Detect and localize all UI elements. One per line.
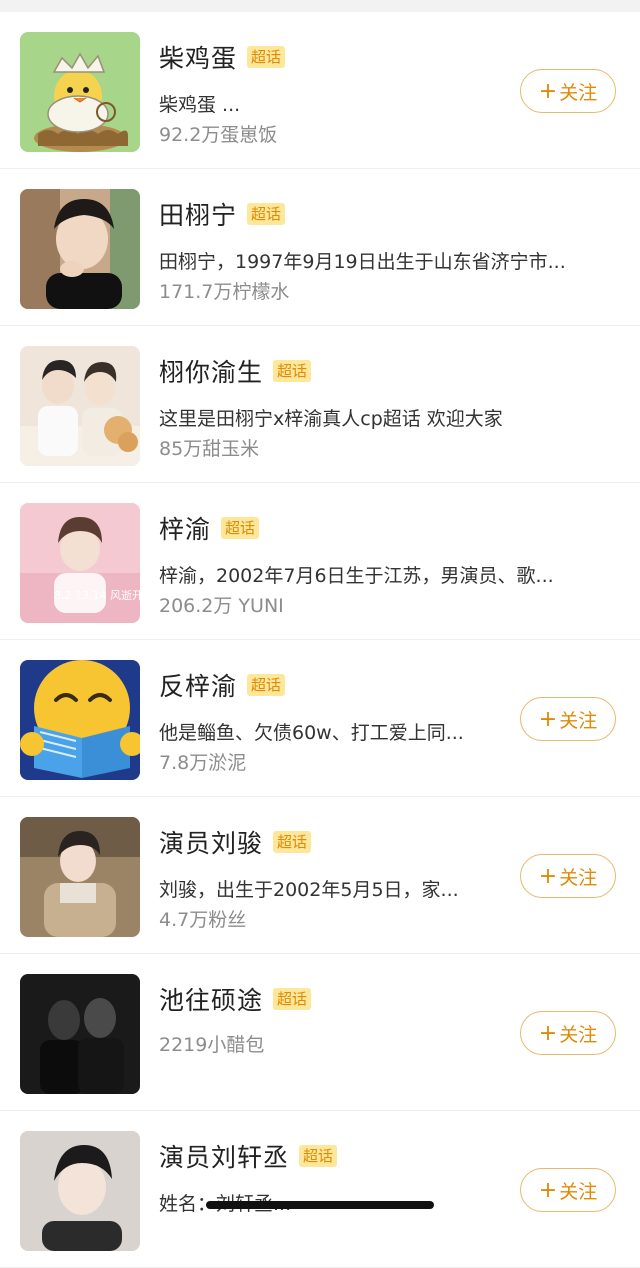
topic-title[interactable]: 柴鸡蛋 <box>159 39 237 75</box>
fan-count: 2219小醋包 <box>159 1034 265 1056</box>
follow-label: 关注 <box>559 709 598 732</box>
fan-count: 92.2万蛋崽饭 <box>159 124 278 146</box>
topic-title[interactable]: 演员刘骏 <box>159 824 263 860</box>
super-topic-badge: 超话 <box>273 360 312 382</box>
list-item[interactable]: 池往硕途 超话 2219小醋包 + 关注 <box>0 954 640 1111</box>
list-item[interactable]: 柴鸡蛋 超话 柴鸡蛋 ... 92.2万蛋崽饭 + 关注 <box>0 12 640 169</box>
chick-cartoon-avatar[interactable] <box>20 32 140 152</box>
topic-description: 这里是田栩宁x梓渝真人cp超话 欢迎大家 <box>159 408 503 430</box>
super-topic-badge: 超话 <box>273 831 312 853</box>
fan-count: 7.8万淤泥 <box>159 752 247 774</box>
follow-label: 关注 <box>559 866 598 889</box>
topic-title[interactable]: 反梓渝 <box>159 667 237 703</box>
topic-description: 田栩宁，1997年9月19日出生于山东省济宁市... <box>159 251 566 273</box>
super-topic-badge: 超话 <box>247 203 286 225</box>
follow-button[interactable]: + 关注 <box>520 854 616 898</box>
fan-count: 206.2万 YUNI <box>159 595 284 617</box>
topic-description: 刘骏，出生于2002年5月5日，家... <box>159 879 459 901</box>
topic-title[interactable]: 演员刘轩丞 <box>159 1138 289 1174</box>
dark-photo-avatar[interactable] <box>20 974 140 1094</box>
topic-title[interactable]: 栩你渝生 <box>159 353 263 389</box>
fan-count: 171.7万柠檬水 <box>159 281 290 303</box>
topic-description: 柴鸡蛋 ... <box>159 94 241 116</box>
portrait-photo-avatar[interactable] <box>20 817 140 937</box>
poster-caption: 8.2 13.14 风逝开售 <box>54 588 140 602</box>
super-topic-badge: 超话 <box>221 517 260 539</box>
super-topic-badge: 超话 <box>273 988 312 1010</box>
topic-title[interactable]: 池往硕途 <box>159 981 263 1017</box>
follow-label: 关注 <box>559 1023 598 1046</box>
super-topic-badge: 超话 <box>299 1145 338 1167</box>
list-item[interactable]: 反梓渝 超话 他是鲻鱼、欠债60w、打工爱上同... 7.8万淤泥 + 关注 <box>0 640 640 797</box>
topic-description: 他是鲻鱼、欠债60w、打工爱上同... <box>159 722 464 744</box>
list-item[interactable]: 演员刘骏 超话 刘骏，出生于2002年5月5日，家... 4.7万粉丝 + 关注 <box>0 797 640 954</box>
super-topic-badge: 超话 <box>247 674 286 696</box>
top-divider <box>0 0 640 12</box>
topic-title[interactable]: 梓渝 <box>159 510 211 546</box>
plus-icon: + <box>538 78 558 104</box>
follow-button[interactable]: + 关注 <box>520 69 616 113</box>
plus-icon: + <box>538 1020 558 1046</box>
plus-icon: + <box>538 706 558 732</box>
couple-photo-avatar[interactable] <box>20 346 140 466</box>
list-item[interactable]: 演员刘轩丞 超话 姓名：刘轩丞... +关注 <box>0 1111 640 1268</box>
follow-label: 关注 <box>559 81 598 104</box>
follow-button[interactable]: + 关注 <box>520 697 616 741</box>
emoji-reading-avatar[interactable] <box>20 660 140 780</box>
poster-photo-avatar[interactable]: 8.2 13.14 风逝开售 <box>20 503 140 623</box>
portrait-photo-avatar[interactable] <box>20 1131 140 1251</box>
portrait-photo-avatar[interactable] <box>20 189 140 309</box>
list-item[interactable]: 8.2 13.14 风逝开售 梓渝 超话 梓渝，2002年7月6日生于江苏，男演… <box>0 483 640 640</box>
follow-button[interactable]: + 关注 <box>520 1011 616 1055</box>
follow-button[interactable]: + 关注 <box>520 1168 616 1212</box>
home-indicator-bar <box>206 1201 434 1209</box>
super-topic-badge: 超话 <box>247 46 286 68</box>
list-item[interactable]: 田栩宁 超话 田栩宁，1997年9月19日出生于山东省济宁市... 171.7万… <box>0 169 640 326</box>
plus-icon: + <box>538 863 558 889</box>
follow-label: 关注 <box>559 1180 598 1203</box>
list-item[interactable]: 栩你渝生 超话 这里是田栩宁x梓渝真人cp超话 欢迎大家 85万甜玉米 <box>0 326 640 483</box>
topic-title[interactable]: 田栩宁 <box>159 196 237 232</box>
fan-count: 85万甜玉米 <box>159 438 260 460</box>
topic-description: 梓渝，2002年7月6日生于江苏，男演员、歌... <box>159 565 554 587</box>
super-topic-list: 柴鸡蛋 超话 柴鸡蛋 ... 92.2万蛋崽饭 + 关注 田栩宁 超话 田栩宁，1… <box>0 12 640 1268</box>
fan-count: 4.7万粉丝 <box>159 909 247 931</box>
plus-icon: + <box>538 1177 558 1203</box>
